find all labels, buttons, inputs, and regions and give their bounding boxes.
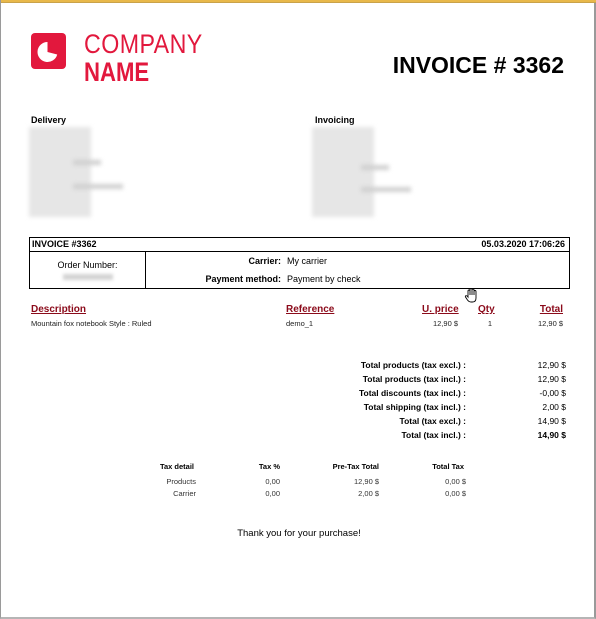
invoice-title: INVOICE # 3362: [392, 52, 564, 78]
tax-amount: 0,00 $: [445, 477, 466, 486]
total-value: 2,00 $: [542, 402, 566, 412]
invoice-number: INVOICE #3362: [32, 239, 97, 249]
total-label: Total products (tax excl.) :: [360, 360, 466, 370]
invoicing-label: Invoicing: [315, 115, 355, 125]
total-row: Total products (tax incl.) : 12,90 $: [1, 374, 596, 386]
thank-you-message: Thank you for your purchase!: [237, 528, 361, 539]
col-description: Description: [31, 304, 87, 315]
col-unit-price: U. price: [422, 304, 459, 315]
invoice-page: COMPANY NAME INVOICE # 3362 Delivery Inv…: [0, 0, 596, 619]
tax-col-detail: Tax detail: [159, 462, 194, 471]
col-total: Total: [539, 304, 563, 315]
carrier-value: My carrier: [287, 256, 327, 266]
redacted-line: [73, 184, 123, 189]
invoicing-address-redacted: [312, 127, 374, 217]
tax-pretax: 2,00 $: [358, 489, 379, 498]
total-row: Total discounts (tax incl.) : -0,00 $: [1, 388, 596, 400]
total-row: Total shipping (tax incl.) : 2,00 $: [1, 402, 596, 414]
invoice-datetime: 05.03.2020 17:06:26: [481, 239, 565, 249]
row-qty: 1: [487, 319, 492, 328]
total-value: -0,00 $: [539, 388, 566, 398]
row-reference: demo_1: [286, 319, 314, 328]
tax-col-rate: Tax %: [258, 462, 280, 471]
total-label: Total discounts (tax incl.) :: [358, 388, 466, 398]
total-value: 12,90 $: [537, 360, 566, 370]
payment-method-label: Payment method:: [205, 274, 281, 284]
order-info-box: INVOICE #3362 05.03.2020 17:06:26 Order …: [29, 237, 570, 289]
redacted-line: [361, 187, 411, 192]
row-unit-price: 12,90 $: [432, 319, 458, 328]
total-row: Total products (tax excl.) : 12,90 $: [1, 360, 596, 372]
tax-detail: Products: [166, 477, 196, 486]
company-logo: [31, 33, 66, 69]
tax-col-pretax: Pre-Tax Total: [332, 462, 379, 471]
row-description: Mountain fox notebook Style : Ruled: [31, 319, 152, 328]
tax-rate: 0,00: [265, 489, 280, 498]
total-row: Total (tax excl.) : 14,90 $: [1, 416, 596, 428]
payment-method-value: Payment by check: [287, 274, 361, 284]
company-name-line1: COMPANY: [84, 29, 203, 59]
col-qty: Qty: [478, 304, 495, 315]
company-name-line2: NAME: [84, 57, 150, 87]
grand-total-row: Total (tax incl.) : 14,90 $: [1, 430, 596, 442]
redacted-line: [73, 160, 101, 165]
delivery-label: Delivery: [31, 115, 67, 125]
pie-chart-icon: [37, 42, 58, 62]
grand-total-value: 14,90 $: [537, 430, 566, 440]
hand-cursor-icon: [464, 288, 477, 303]
tax-pretax: 12,90 $: [353, 477, 379, 486]
total-label: Total products (tax incl.) :: [362, 374, 466, 384]
total-label: Total shipping (tax incl.) :: [363, 402, 466, 412]
tax-col-total: Total Tax: [432, 462, 464, 471]
row-total: 12,90 $: [537, 319, 563, 328]
delivery-address-redacted: [29, 127, 91, 217]
total-label: Total (tax excl.) :: [399, 416, 466, 426]
redacted-line: [361, 165, 389, 170]
carrier-label: Carrier:: [248, 256, 281, 266]
tax-amount: 0,00 $: [445, 489, 466, 498]
total-value: 14,90 $: [537, 416, 566, 426]
order-info-header: INVOICE #3362 05.03.2020 17:06:26: [30, 238, 569, 252]
tax-detail: Carrier: [173, 489, 196, 498]
tax-rate: 0,00: [265, 477, 280, 486]
col-reference: Reference: [286, 304, 335, 315]
grand-total-label: Total (tax incl.) :: [401, 430, 466, 440]
total-value: 12,90 $: [537, 374, 566, 384]
top-border: [1, 0, 596, 3]
